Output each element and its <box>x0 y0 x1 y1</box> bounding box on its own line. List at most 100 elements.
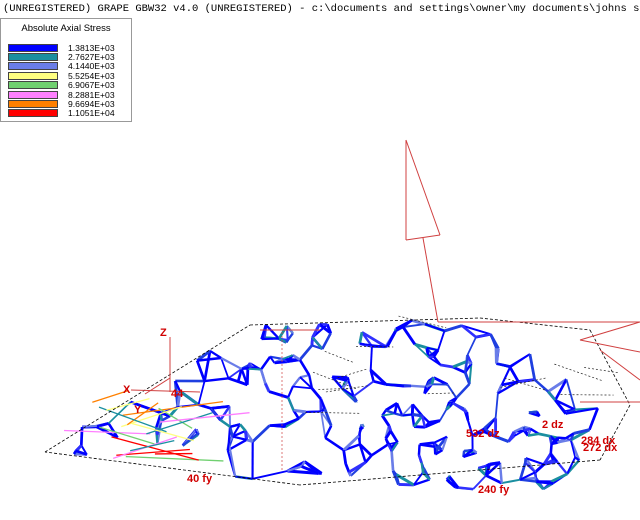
legend-entry: 4.1440E+03 <box>8 62 115 71</box>
truss-member <box>552 443 558 444</box>
truss-member <box>467 412 468 420</box>
load-label: 272 dx <box>583 442 618 454</box>
truss-member <box>387 331 395 346</box>
frame-edge <box>428 393 454 394</box>
truss-member <box>210 351 221 358</box>
truss-member <box>414 416 422 427</box>
frame-edge <box>584 367 618 372</box>
truss-member <box>502 480 520 483</box>
truss-member <box>391 431 398 442</box>
truss-member <box>535 464 544 472</box>
truss-member <box>440 409 447 420</box>
truss-member <box>574 430 590 434</box>
legend-entry: 1.1051E+04 <box>8 109 115 118</box>
legend-entry: 9.6694E+03 <box>8 99 115 108</box>
truss-member <box>240 424 245 431</box>
truss-member <box>198 381 204 405</box>
frame-edge <box>318 388 354 389</box>
truss-member <box>456 384 469 398</box>
truss-member <box>476 334 491 337</box>
truss-member <box>371 444 388 455</box>
load-arrow-line <box>423 238 438 322</box>
load-arrow-line <box>580 322 640 340</box>
legend-entry: 2.7627E+03 <box>8 52 115 61</box>
legend-swatch <box>8 100 58 108</box>
legend-entry: 1.3813E+03 <box>8 43 115 52</box>
truss-member <box>312 388 321 399</box>
truss-member <box>130 441 174 451</box>
truss-member <box>74 451 76 454</box>
axis-label-y: Y <box>134 404 142 416</box>
truss-member <box>447 385 456 398</box>
truss-member <box>253 471 288 479</box>
truss-member <box>344 450 346 464</box>
truss-member <box>221 420 231 427</box>
frame-edge <box>480 318 590 330</box>
truss-member <box>403 327 415 344</box>
truss-member <box>261 357 270 370</box>
truss-member <box>486 476 502 484</box>
truss-member <box>551 444 552 454</box>
truss-member <box>247 440 253 442</box>
load-arrow-line <box>580 340 640 352</box>
axis-label-z: Z <box>160 327 167 339</box>
truss-member <box>411 386 426 387</box>
legend-entry: 8.2881E+03 <box>8 90 115 99</box>
truss-member <box>294 410 306 412</box>
stress-legend: Absolute Axial Stress 1.3813E+032.7627E+… <box>0 18 132 122</box>
truss-member <box>551 474 567 482</box>
truss-member <box>96 423 109 426</box>
load-arrow-line <box>600 350 640 380</box>
truss-member <box>496 393 498 418</box>
legend-entry: 6.9067E+03 <box>8 81 115 90</box>
truss-member <box>402 414 412 415</box>
truss-member <box>293 377 300 386</box>
truss-member <box>500 463 502 483</box>
legend-swatch <box>8 109 58 117</box>
truss-member <box>420 445 435 447</box>
legend-swatch <box>8 91 58 99</box>
legend-swatch <box>8 81 58 89</box>
x-axis-line <box>131 390 200 392</box>
truss-member <box>205 378 229 381</box>
truss-member <box>300 360 309 375</box>
legend-swatch <box>8 72 58 80</box>
dashed-frame <box>45 316 630 485</box>
truss-member <box>288 397 293 410</box>
legend-title: Absolute Axial Stress <box>1 23 131 36</box>
truss-mesh <box>64 320 598 489</box>
truss-member <box>536 482 553 484</box>
truss-member <box>419 455 422 463</box>
truss-member <box>300 345 312 359</box>
truss-member <box>438 331 444 350</box>
truss-member <box>228 378 238 381</box>
truss-member <box>530 354 535 380</box>
axis-label-x: X <box>123 384 131 396</box>
truss-member <box>386 438 388 444</box>
truss-member <box>392 451 393 471</box>
truss-member <box>274 362 287 363</box>
truss-member <box>253 426 270 442</box>
truss-member <box>325 426 331 438</box>
truss-member <box>548 392 555 401</box>
load-arrow-line <box>406 140 440 235</box>
truss-member <box>82 426 97 427</box>
truss-member <box>444 326 461 331</box>
truss-member <box>453 403 467 412</box>
legend-swatch <box>8 62 58 70</box>
truss-member <box>269 391 288 397</box>
truss-member <box>465 372 469 383</box>
truss-member <box>233 437 247 440</box>
y-axis-line <box>145 378 170 394</box>
load-arrows <box>260 140 640 470</box>
truss-member <box>131 423 194 440</box>
load-label: 40 fy <box>187 473 213 485</box>
truss-member <box>211 408 221 420</box>
truss-member <box>389 426 391 431</box>
truss-member <box>419 445 420 455</box>
truss-member <box>325 438 343 450</box>
truss-member <box>412 414 422 415</box>
truss-member <box>382 416 389 426</box>
truss-member <box>156 428 157 435</box>
truss-member <box>126 457 224 461</box>
